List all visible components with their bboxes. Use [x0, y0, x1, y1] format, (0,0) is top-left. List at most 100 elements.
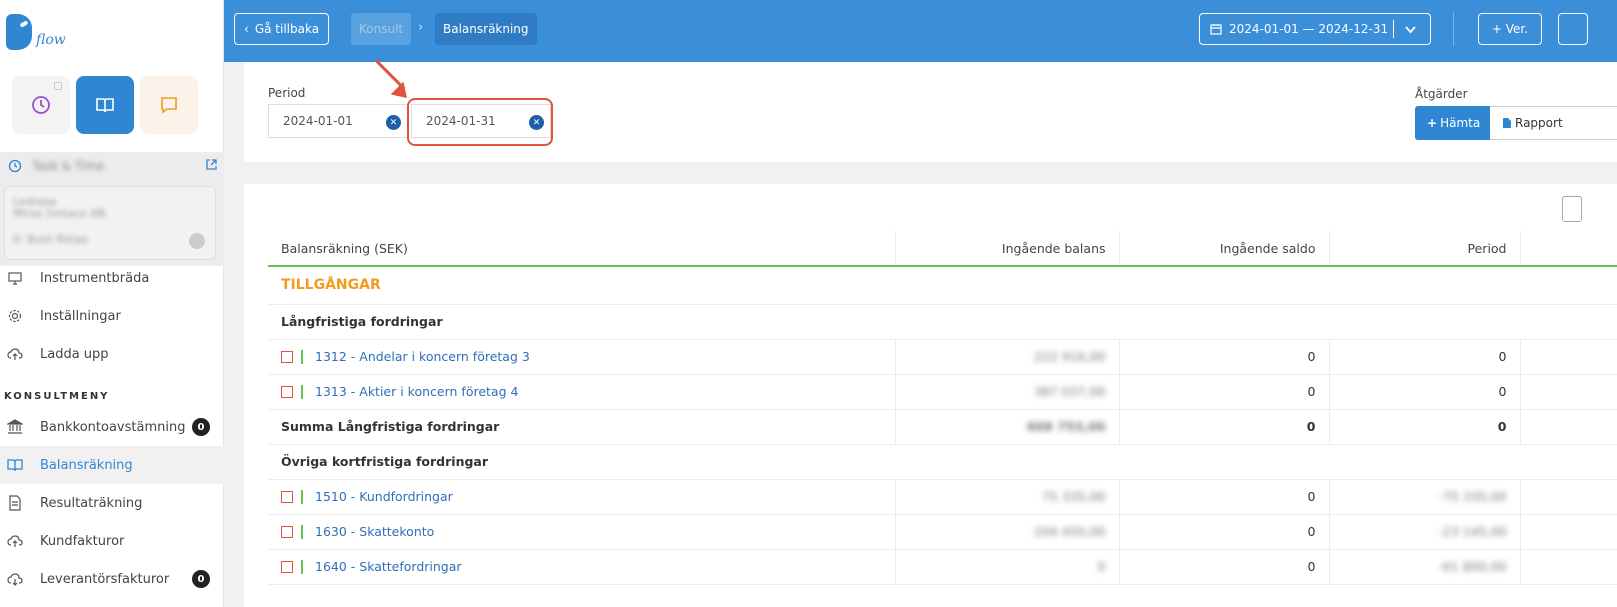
account-link[interactable]: 1312 - Andelar i koncern företag 3: [315, 349, 530, 364]
task-avatar: [189, 233, 205, 249]
divider: [301, 384, 303, 399]
back-button-label: Gå tillbaka: [254, 22, 320, 36]
column-header: Ingående saldo: [1119, 231, 1330, 267]
chevron-down-icon: [1405, 26, 1416, 34]
row-checkbox[interactable]: [281, 490, 293, 503]
plus-icon: +: [1427, 116, 1438, 130]
book-icon: [6, 456, 24, 474]
mode-time-button[interactable]: [12, 76, 70, 134]
count-badge: 0: [192, 570, 210, 588]
sidebar-item-balansrakning[interactable]: Balansräkning: [0, 446, 224, 484]
period-value: -75 335,00: [1438, 489, 1507, 504]
column-header-extra: [1520, 231, 1617, 267]
period-value: -61 800,00: [1438, 559, 1507, 574]
table-row: 1510 - Kundfordringar 75 335,00 0 -75 33…: [268, 479, 1617, 515]
column-toggle-button[interactable]: [1562, 196, 1582, 222]
fetch-button[interactable]: + Hämta: [1415, 106, 1493, 140]
brand-word: flow: [36, 32, 66, 48]
sidebar-item-label: Kundfakturor: [40, 533, 125, 549]
period-value: -23 145,00: [1438, 524, 1507, 539]
divider: [301, 349, 303, 364]
top-bar: ‹ Gå tillbaka Konsult › Balansräkning 20…: [224, 0, 1617, 62]
pdf-icon: [1503, 118, 1511, 128]
account-link[interactable]: 1640 - Skattefordringar: [315, 559, 462, 574]
period-value: 0: [1329, 374, 1521, 410]
fetch-button-label: Hämta: [1440, 116, 1481, 130]
divider: [1453, 12, 1454, 46]
open-book-icon: [96, 98, 114, 113]
table-row: 1630 - Skattekonto 204 450,00 0 -23 145,…: [268, 514, 1617, 550]
sidebar-item-label: Balansräkning: [40, 457, 133, 473]
monitor-icon: [6, 269, 24, 287]
table-header-row: Balansräkning (SEK) Ingående balans Ingå…: [268, 231, 1617, 267]
logo-mark-icon: [6, 14, 32, 50]
sidebar-item-resultatrakning[interactable]: Resultaträkning: [0, 484, 224, 522]
bank-icon: [6, 418, 24, 436]
back-button[interactable]: ‹ Gå tillbaka: [234, 13, 330, 45]
sidebar-item-label: Ladda upp: [40, 346, 109, 362]
period-value: 0: [1329, 339, 1521, 375]
period-label: Period: [268, 86, 306, 100]
period-value: 0: [1329, 409, 1521, 445]
ingaende-balans-value: 222 916,00: [1033, 349, 1106, 364]
mode-switcher: [12, 76, 198, 134]
sidebar-item-instrumentbrada[interactable]: Instrumentbräda: [0, 259, 224, 297]
sidebar-item-ladda-upp[interactable]: Ladda upp: [0, 335, 224, 373]
row-checkbox[interactable]: [281, 525, 293, 538]
ingaende-saldo-value: 0: [1119, 339, 1330, 375]
row-checkbox[interactable]: [281, 385, 293, 398]
sidebar-item-leverantorsfakturor[interactable]: Leverantörsfakturor 0: [0, 560, 224, 598]
ingaende-balans-value: 0: [1097, 559, 1106, 574]
clear-icon[interactable]: ✕: [386, 115, 401, 130]
column-header: Period: [1329, 231, 1521, 267]
actions-label: Åtgärder: [1415, 87, 1468, 101]
account-link[interactable]: 1630 - Skattekonto: [315, 524, 434, 539]
group-title: Långfristiga fordringar: [268, 304, 895, 340]
chevron-right-icon: ›: [418, 20, 424, 35]
account-link[interactable]: 1313 - Aktier i koncern företag 4: [315, 384, 518, 399]
report-button[interactable]: Rapport: [1490, 106, 1617, 140]
breadcrumb-current: Balansräkning: [435, 13, 537, 45]
sidebar-item-bankkontoavstamning[interactable]: Bankkontoavstämning 0: [0, 408, 224, 446]
divider: [301, 559, 303, 574]
sidebar-item-label: Leverantörsfakturor: [40, 571, 170, 587]
table-row: 1640 - Skattefordringar 0 0 -61 800,00: [268, 549, 1617, 585]
sidebar-item-installningar[interactable]: Inställningar: [0, 297, 224, 335]
sidebar-item-kundfakturor[interactable]: Kundfakturor: [0, 522, 224, 560]
more-button[interactable]: [1558, 13, 1588, 45]
sidebar: flow Task & Time Lediaaa Miras Sintace A…: [0, 0, 224, 607]
document-icon: [6, 494, 24, 512]
row-checkbox[interactable]: [281, 560, 293, 573]
mode-chat-button[interactable]: [140, 76, 198, 134]
breadcrumb-konsult[interactable]: Konsult: [351, 13, 412, 45]
period-from-input[interactable]: 2024-01-01 ✕: [268, 104, 408, 138]
count-badge: 0: [192, 418, 210, 436]
chat-icon: [161, 97, 177, 114]
clock-icon: [32, 96, 50, 114]
divider: [301, 489, 303, 504]
account-link[interactable]: 1510 - Kundfordringar: [315, 489, 453, 504]
task-time-title: Task & Time: [32, 159, 105, 173]
external-link-icon[interactable]: [205, 158, 218, 174]
divider: [301, 524, 303, 539]
column-header: Ingående balans: [895, 231, 1120, 267]
brand-logo[interactable]: flow: [6, 10, 76, 54]
calendar-icon: [1210, 24, 1222, 35]
annotation-highlight-box: [407, 98, 553, 146]
task-card[interactable]: Lediaaa Miras Sintace AB 0: Bont Ritiae: [4, 186, 216, 260]
clock-icon: [8, 159, 22, 173]
ingaende-balans-value: 608 753,00: [1026, 419, 1106, 434]
mode-book-button[interactable]: [76, 76, 134, 134]
table-row: 1312 - Andelar i koncern företag 3 222 9…: [268, 339, 1617, 375]
download-cloud-icon: [6, 570, 24, 588]
sum-row: Summa Långfristiga fordringar 608 753,00…: [268, 409, 1617, 445]
task-card-company: Miras Sintace AB: [13, 207, 106, 220]
date-range-picker[interactable]: 2024-01-01 — 2024-12-31: [1199, 13, 1431, 45]
sidebar-item-label: Resultaträkning: [40, 495, 143, 511]
chevron-left-icon: ‹: [244, 22, 249, 36]
ingaende-balans-value: 387 037,00: [1033, 384, 1106, 399]
new-verification-button[interactable]: + Ver.: [1478, 13, 1542, 45]
row-checkbox[interactable]: [281, 350, 293, 363]
gear-icon: [6, 307, 24, 325]
ingaende-saldo-value: 0: [1119, 479, 1330, 515]
